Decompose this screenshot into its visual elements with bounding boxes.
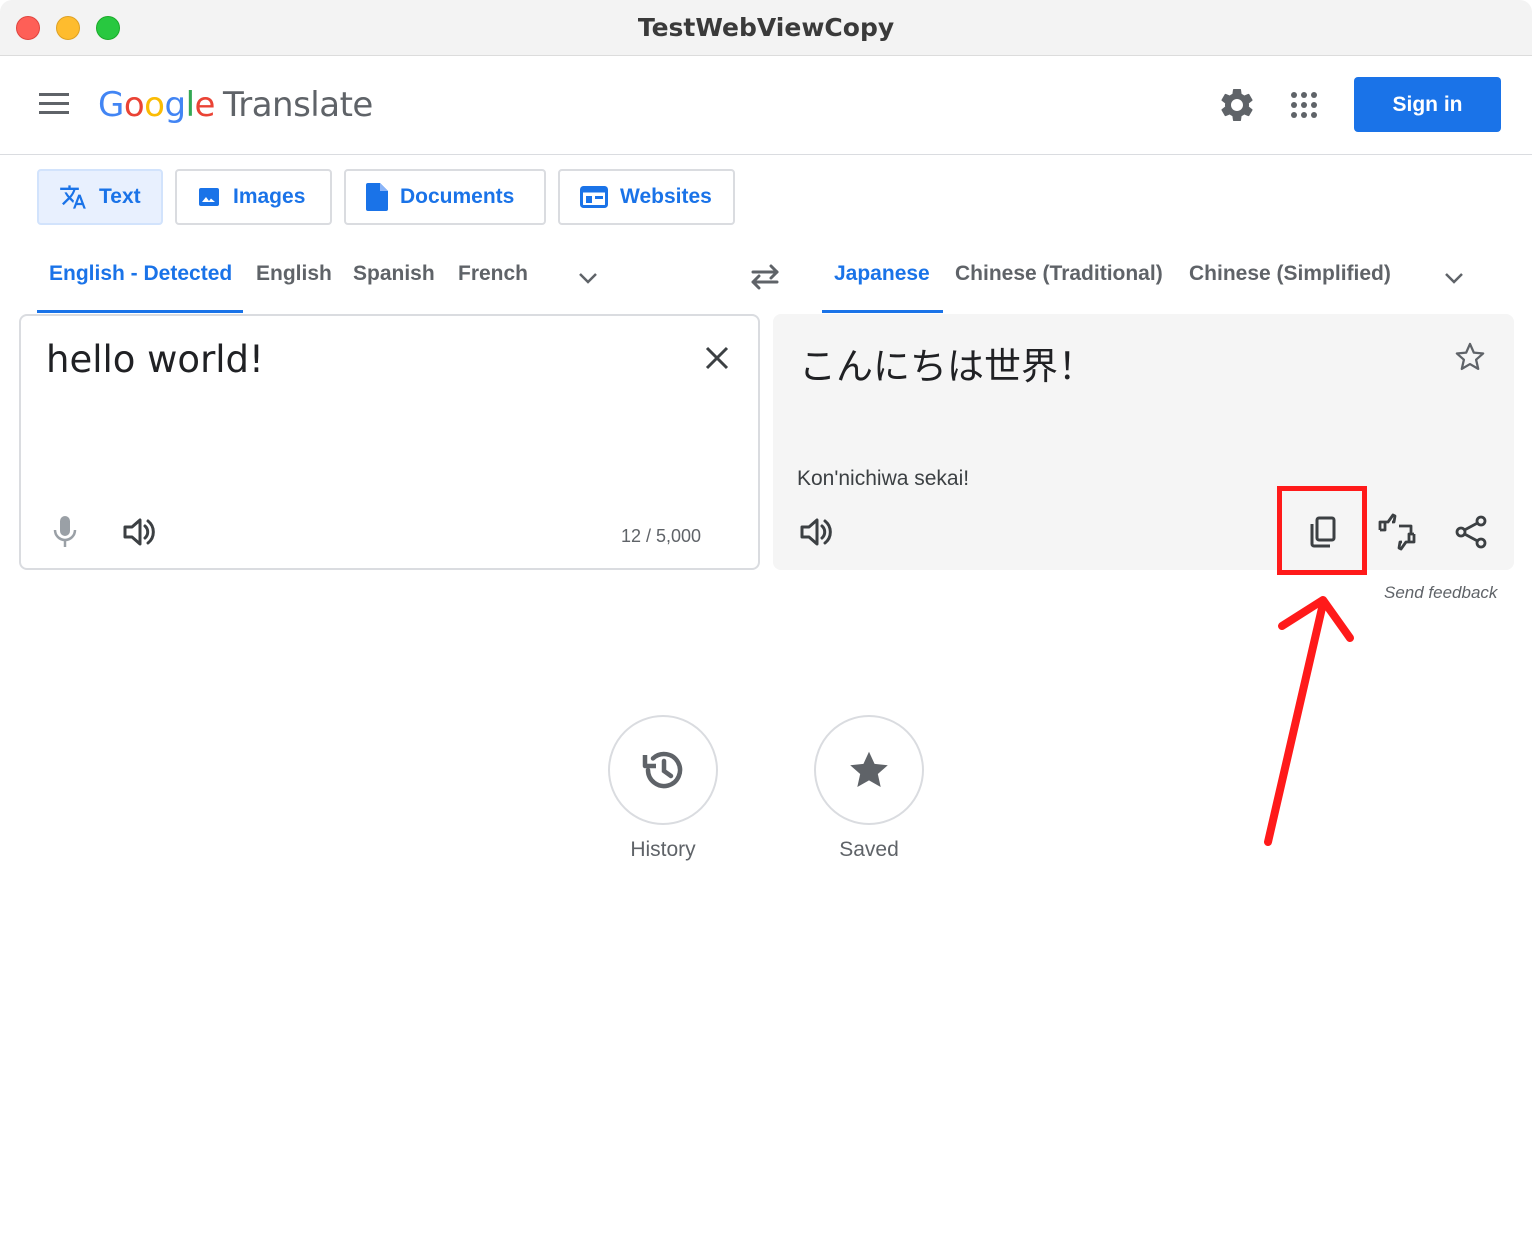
share-icon	[1455, 515, 1487, 549]
speaker-icon	[800, 518, 832, 546]
menu-icon	[39, 93, 69, 96]
clear-source-button[interactable]	[701, 342, 733, 374]
swap-icon	[751, 264, 779, 290]
listen-source-button[interactable]	[121, 514, 157, 550]
source-text-panel: hello world! 12 / 5,000	[19, 314, 760, 570]
star-outline-icon	[1455, 342, 1485, 371]
translate-icon	[60, 185, 86, 209]
mode-tab-label: Documents	[400, 185, 515, 208]
annotation-highlight-box	[1277, 486, 1367, 575]
document-icon	[366, 183, 388, 211]
saved-label: Saved	[839, 838, 899, 861]
chevron-down-icon	[579, 273, 597, 284]
mode-tab-label: Images	[233, 185, 306, 208]
character-counter: 12 / 5,000	[621, 526, 702, 546]
product-name: Translate	[222, 85, 373, 125]
speaker-icon	[123, 518, 155, 546]
microphone-icon	[53, 516, 77, 547]
app-header: Google Translate Sign in	[0, 57, 1532, 155]
source-lang-spanish[interactable]: Spanish	[353, 262, 435, 286]
mode-tab-websites[interactable]: Websites	[558, 169, 735, 225]
annotation-arrow	[1264, 596, 1354, 846]
source-lang-detected[interactable]: English - Detected	[49, 262, 232, 286]
window-titlebar: TestWebViewCopy	[0, 0, 1532, 56]
history-icon	[642, 751, 683, 789]
website-icon	[580, 186, 608, 208]
google-translate-logo[interactable]: Google Translate	[98, 85, 373, 125]
mode-tab-images[interactable]: Images	[175, 169, 332, 225]
send-feedback-link[interactable]: Send feedback	[1384, 583, 1497, 603]
source-lang-french[interactable]: French	[458, 262, 528, 286]
romanization-text: Kon'nichiwa sekai!	[797, 467, 970, 490]
mode-tab-text[interactable]: Text	[37, 169, 163, 225]
sign-in-button[interactable]: Sign in	[1354, 77, 1501, 132]
history-button[interactable]	[608, 715, 718, 825]
settings-button[interactable]	[1217, 85, 1257, 125]
target-lang-more-button[interactable]	[1442, 266, 1466, 290]
target-lang-japanese[interactable]: Japanese	[834, 262, 930, 286]
star-icon	[850, 751, 888, 788]
listen-translation-button[interactable]	[798, 514, 834, 550]
history-label: History	[630, 838, 696, 861]
swap-languages-button[interactable]	[749, 260, 783, 294]
chevron-down-icon	[1445, 273, 1463, 284]
apps-grid-icon	[1291, 92, 1317, 118]
target-lang-chinese-simplified[interactable]: Chinese (Simplified)	[1189, 262, 1391, 286]
main-menu-button[interactable]	[36, 87, 76, 123]
translation-text: こんにちは世界！	[799, 345, 1095, 388]
rate-icon	[1378, 513, 1416, 551]
mode-tab-label: Text	[99, 185, 141, 208]
image-icon	[199, 188, 219, 206]
rate-translation-button[interactable]	[1377, 512, 1417, 552]
share-translation-button[interactable]	[1453, 514, 1489, 550]
saved-button[interactable]	[814, 715, 924, 825]
save-translation-button[interactable]	[1453, 340, 1487, 374]
mode-tab-label: Websites	[620, 185, 712, 208]
target-lang-active-indicator	[822, 310, 943, 313]
source-lang-english[interactable]: English	[256, 262, 332, 286]
gear-icon	[1221, 88, 1253, 121]
google-apps-button[interactable]	[1284, 85, 1324, 125]
voice-input-button[interactable]	[49, 514, 81, 550]
mode-tab-documents[interactable]: Documents	[344, 169, 546, 225]
source-lang-more-button[interactable]	[576, 266, 600, 290]
close-icon	[705, 346, 729, 370]
window-title: TestWebViewCopy	[637, 13, 895, 42]
translation-output-panel: こんにちは世界！ Kon'nichiwa sekai!	[773, 314, 1514, 570]
target-lang-chinese-traditional[interactable]: Chinese (Traditional)	[955, 262, 1163, 286]
source-text-input[interactable]: hello world!	[46, 338, 264, 381]
source-lang-active-indicator	[37, 310, 243, 313]
